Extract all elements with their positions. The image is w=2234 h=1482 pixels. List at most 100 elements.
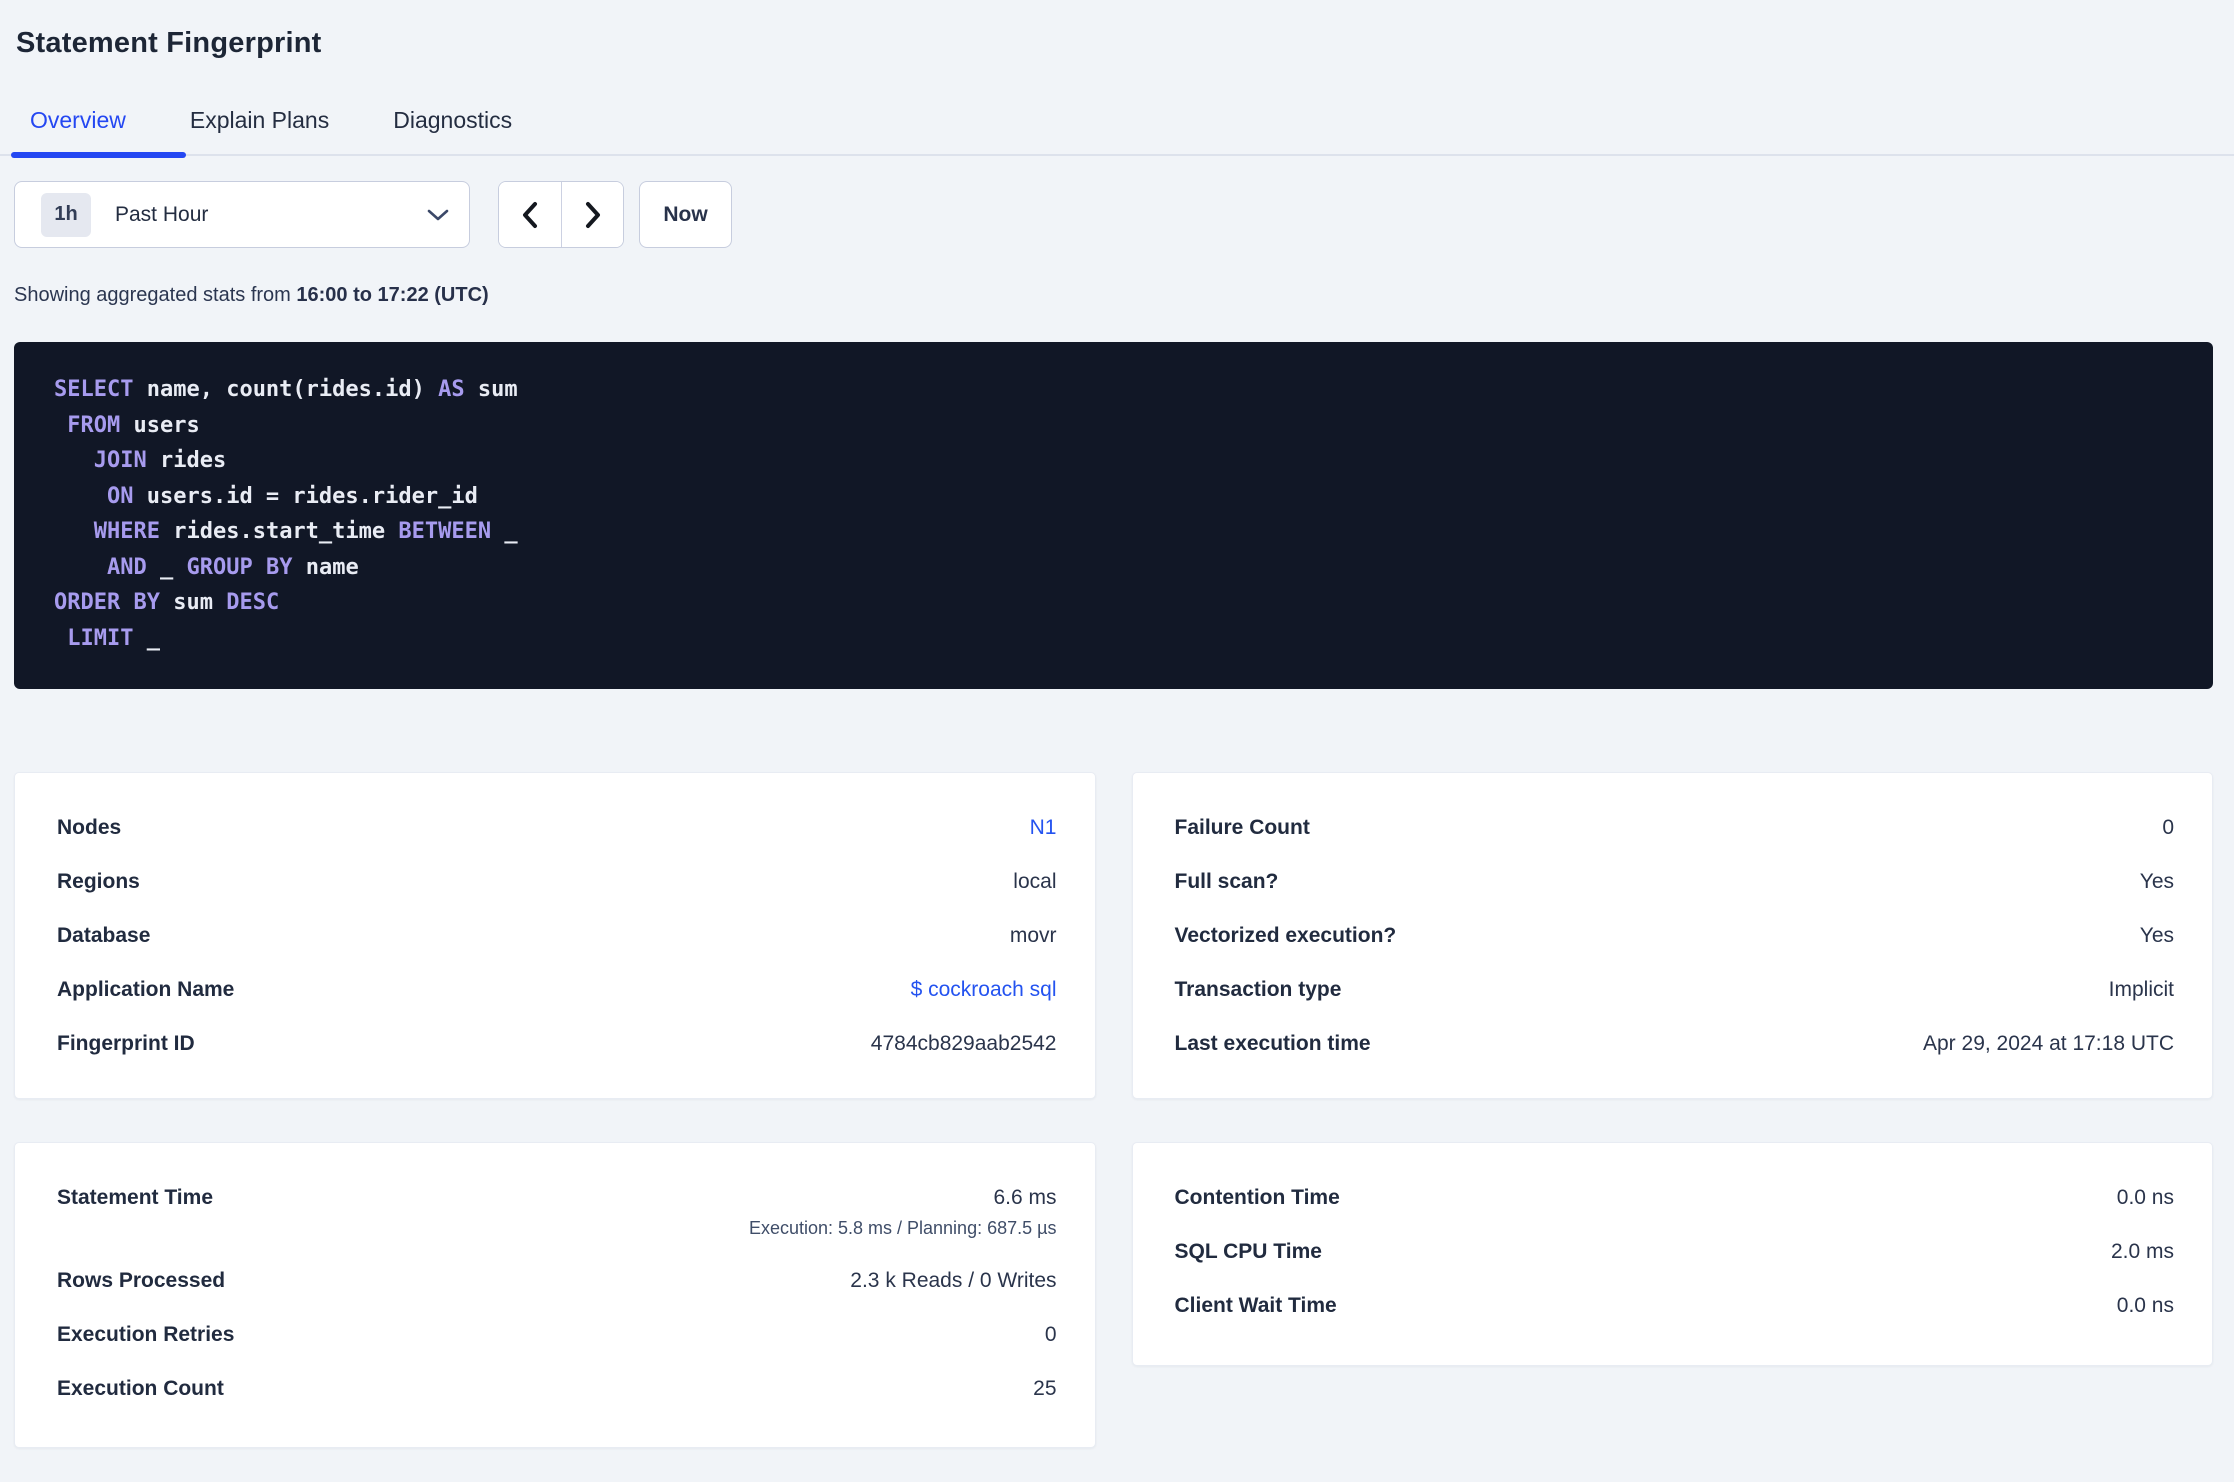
label-execution-count: Execution Count (57, 1377, 224, 1400)
value-failure-count: 0 (2162, 816, 2174, 839)
sql-line: SELECT name, count(rides.id) AS sum (54, 372, 2173, 408)
value-statement-time: 6.6 ms (993, 1186, 1057, 1209)
label-full-scan: Full scan? (1174, 870, 1279, 893)
stat-row-database: Database movr (57, 923, 1057, 949)
sql-keyword: FROM (67, 412, 121, 438)
value-sql-cpu-time: 2.0 ms (2110, 1240, 2174, 1263)
tab-overview[interactable]: Overview (11, 106, 186, 158)
label-statement-time: Statement Time (57, 1186, 213, 1209)
value-vectorized-execution: Yes (2139, 924, 2174, 947)
stat-row-execution-count: Execution Count 25 (57, 1376, 1057, 1402)
note-time-range: 16:00 to 17:22 (UTC) (296, 284, 489, 306)
note-prefix: Showing aggregated stats from (14, 284, 297, 306)
overview-left-card: Nodes N1 Regions local Database movr Applicati… (14, 772, 1096, 1099)
sql-text: name, count(rides.id) (133, 377, 439, 402)
sql-line: LIMIT _ (54, 621, 2173, 657)
sql-text: sum (464, 377, 518, 402)
value-fingerprint-id: 4784cb829aab2542 (870, 1032, 1057, 1055)
sql-text: users (120, 412, 200, 438)
sql-line: ON users.id = rides.rider_id (54, 479, 2173, 515)
stat-row-full-scan: Full scan? Yes (1175, 869, 2175, 895)
stat-row-execution-retries: Execution Retries 0 (57, 1322, 1057, 1348)
label-vectorized-execution: Vectorized execution? (1174, 924, 1397, 947)
chevron-left-icon (523, 201, 537, 228)
chevron-down-icon (427, 209, 449, 220)
tab-diagnostics[interactable]: Diagnostics (393, 106, 512, 154)
stat-row-rows-processed: Rows Processed 2.3 k Reads / 0 Writes (57, 1268, 1057, 1294)
stat-row-contention-time: Contention Time 0.0 ns (1175, 1185, 2175, 1211)
sql-line: JOIN rides (54, 443, 2173, 479)
stat-row-transaction-type: Transaction type Implicit (1175, 977, 2175, 1003)
sql-keyword: DESC (226, 590, 280, 615)
value-rows-processed: 2.3 k Reads / 0 Writes (850, 1269, 1057, 1292)
value-transaction-type: Implicit (2108, 978, 2174, 1001)
label-execution-retries: Execution Retries (57, 1323, 235, 1346)
sql-text: _ (133, 625, 160, 651)
value-last-execution-time: Apr 29, 2024 at 17:18 UTC (1923, 1032, 2174, 1055)
timing-left-card: Statement Time 6.6 ms Execution: 5.8 ms / … (14, 1142, 1096, 1448)
label-rows-processed: Rows Processed (57, 1269, 226, 1292)
stat-row-sql-cpu-time: SQL CPU Time 2.0 ms (1175, 1239, 2175, 1265)
stat-row-vectorized-execution: Vectorized execution? Yes (1175, 923, 2175, 949)
sql-text: _ (146, 554, 187, 580)
sql-text: rides.start_time (159, 519, 399, 544)
sql-keyword: BY (265, 554, 293, 580)
sql-text: _ (491, 519, 518, 544)
label-fingerprint-id: Fingerprint ID (57, 1032, 195, 1055)
label-client-wait-time: Client Wait Time (1174, 1294, 1337, 1317)
sql-line: ORDER BY sum DESC (54, 585, 2173, 621)
overview-right-card: Failure Count 0 Full scan? Yes Vectorized ex… (1131, 772, 2213, 1099)
value-nodes[interactable]: N1 (1030, 816, 1057, 839)
time-range-label: Past Hour (115, 202, 209, 226)
timing-right-card: Contention Time 0.0 ns SQL CPU Time 2.0 ms C… (1131, 1142, 2213, 1366)
label-contention-time: Contention Time (1174, 1186, 1340, 1209)
sql-keyword: LIMIT (67, 625, 134, 651)
value-full-scan: Yes (2139, 870, 2174, 893)
sql-keyword: BY (133, 590, 160, 615)
label-transaction-type: Transaction type (1174, 978, 1342, 1001)
sql-line: FROM users (54, 408, 2173, 444)
tab-bar: Overview Explain Plans Diagnostics (0, 106, 2234, 158)
label-failure-count: Failure Count (1174, 816, 1310, 839)
stat-row-application-name: Application Name $ cockroach sql (57, 977, 1057, 1003)
sql-keyword: AND (106, 554, 147, 580)
now-button[interactable]: Now (639, 181, 732, 248)
sql-keyword: GROUP (186, 554, 253, 580)
next-time-button[interactable] (561, 182, 623, 247)
tab-explain-plans[interactable]: Explain Plans (190, 106, 329, 154)
value-database: movr (1009, 924, 1057, 947)
value-execution-count: 25 (1033, 1377, 1057, 1400)
sql-line: AND _ GROUP BY name (54, 550, 2173, 586)
sql-text: name (292, 554, 359, 580)
stats-cards-grid: Nodes N1 Regions local Database movr Applicati… (14, 772, 2213, 1448)
value-client-wait-time: 0.0 ns (2116, 1294, 2174, 1317)
sql-keyword: SELECT (54, 377, 134, 402)
stat-row-client-wait-time: Client Wait Time 0.0 ns (1175, 1293, 2175, 1319)
time-range-dropdown[interactable]: 1h Past Hour (14, 181, 470, 248)
sql-keyword: ON (106, 483, 134, 509)
label-nodes: Nodes (57, 816, 122, 839)
sql-keyword: AS (438, 377, 465, 402)
stat-row-nodes: Nodes N1 (57, 815, 1057, 841)
label-last-execution-time: Last execution time (1174, 1032, 1371, 1055)
sql-text: sum (159, 590, 227, 615)
value-regions: local (1013, 870, 1057, 893)
label-regions: Regions (57, 870, 140, 893)
time-nav-button-group (498, 181, 624, 248)
label-sql-cpu-time: SQL CPU Time (1174, 1240, 1322, 1263)
aggregated-stats-note: Showing aggregated stats from 16:00 to 1… (14, 281, 2234, 309)
chevron-right-icon (585, 201, 600, 228)
value-application-name[interactable]: $ cockroach sql (911, 978, 1057, 1001)
prev-time-button[interactable] (499, 182, 561, 247)
sql-text: users.id = rides.rider_id (133, 483, 478, 509)
stat-row-fingerprint-id: Fingerprint ID 4784cb829aab2542 (57, 1031, 1057, 1057)
label-database: Database (57, 924, 151, 947)
